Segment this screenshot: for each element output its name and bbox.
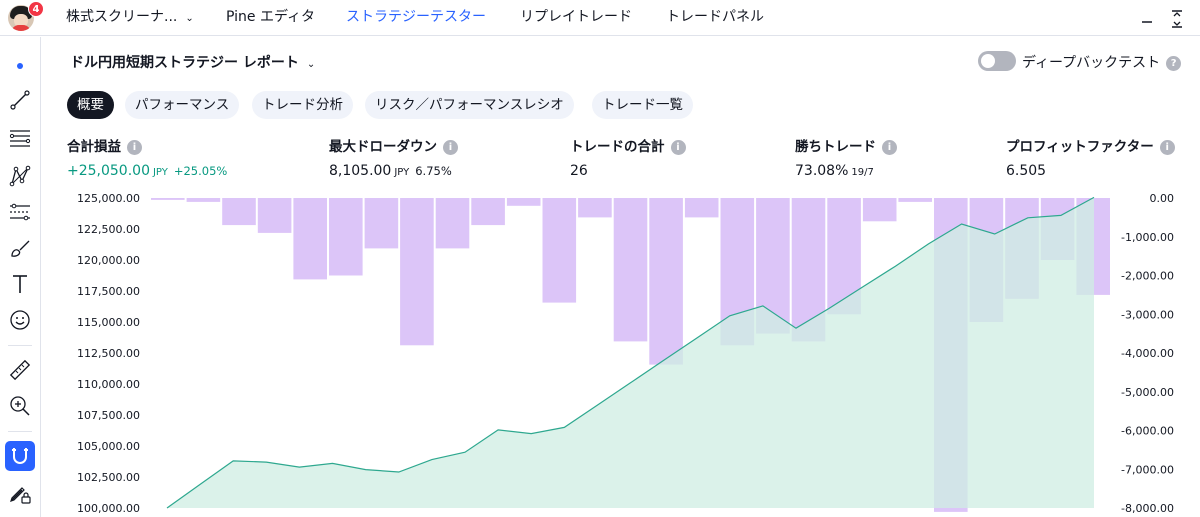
nav-pine-editor-label: Pine エディタ — [226, 9, 315, 25]
chevron-down-icon: ⌄ — [185, 13, 194, 24]
metric-value: 73.08% — [795, 163, 849, 179]
metric-max-drawdown: 最大ドローダウン i 8,105.00 JPY 6.75% — [329, 138, 458, 180]
info-icon[interactable]: i — [127, 140, 142, 155]
right-axis-tick-label: -2,000.00 — [1121, 270, 1174, 283]
deep-backtest-label: ディープバックテスト — [1022, 55, 1161, 71]
drawdown-bar — [151, 198, 185, 200]
metric-unit: JPY — [394, 167, 410, 178]
tab-performance[interactable]: パフォーマンス — [125, 91, 240, 119]
drawdown-bar — [684, 198, 719, 218]
nav-replay-trade-label: リプレイトレード — [520, 9, 632, 25]
drawdown-bar — [506, 198, 541, 206]
drawdown-bar — [542, 198, 577, 303]
nav-strategy-tester[interactable]: ストラテジーテスター — [346, 0, 486, 36]
trend-line-icon[interactable] — [5, 85, 35, 115]
drawdown-bar — [649, 198, 683, 365]
drawdown-bar — [222, 198, 256, 226]
metric-label: 最大ドローダウン — [329, 139, 437, 155]
nav-stock-screener-label: 株式スクリーナ... — [66, 9, 178, 25]
metric-net-profit: 合計損益 i +25,050.00 JPY +25.05% — [67, 138, 227, 180]
metric-value: 6.505 — [1006, 163, 1047, 179]
drawdown-bar — [329, 198, 363, 276]
metric-label: プロフィットファクター — [1006, 139, 1154, 155]
minimize-panel-icon[interactable] — [1140, 8, 1154, 34]
left-axis-tick-label: 112,500.00 — [77, 347, 140, 360]
info-icon[interactable]: i — [670, 140, 686, 155]
left-axis-tick-label: 110,000.00 — [77, 378, 140, 391]
drawdown-bar — [471, 198, 505, 226]
metric-sub: 19/7 — [851, 167, 874, 178]
drawdown-bar — [898, 198, 932, 202]
drawdown-bar — [293, 198, 327, 280]
nav-strategy-tester-label: ストラテジーテスター — [346, 9, 486, 25]
drawdown-bar — [435, 198, 470, 249]
left-axis-tick-label: 105,000.00 — [77, 440, 140, 453]
nav-stock-screener[interactable]: 株式スクリーナ... ⌄ — [66, 0, 194, 36]
cursor-dot-icon[interactable] — [5, 49, 35, 79]
deep-backtest-label-wrap: ディープバックテスト? — [1022, 52, 1182, 72]
metric-value: 26 — [570, 163, 588, 179]
notification-badge: 4 — [28, 1, 44, 17]
left-axis-tick-label: 107,500.00 — [77, 409, 140, 422]
right-axis-tick-label: -6,000.00 — [1121, 425, 1174, 438]
right-axis-tick-label: -5,000.00 — [1121, 386, 1174, 399]
metric-value: +25,050.00 — [67, 163, 150, 179]
nav-trade-panel-label: トレードパネル — [666, 9, 764, 25]
equity-drawdown-chart[interactable]: 125,000.00 122,500.00 120,000.00 117,500.00… — [0, 188, 1200, 517]
metric-profit-factor: プロフィットファクター i 6.505 — [1006, 138, 1175, 180]
nav-pine-editor[interactable]: Pine エディタ — [226, 0, 315, 36]
left-axis-tick-label: 120,000.00 — [77, 254, 140, 267]
metric-percent: 6.75% — [415, 164, 452, 178]
left-axis-tick-label: 122,500.00 — [77, 223, 140, 236]
metric-value: 8,105.00 — [329, 163, 392, 179]
fib-lines-icon[interactable] — [5, 123, 35, 153]
right-axis-tick-label: -1,000.00 — [1121, 231, 1174, 244]
left-axis-tick-label: 100,000.00 — [77, 502, 140, 515]
drawdown-bar — [400, 198, 434, 346]
tab-trade-analysis[interactable]: トレード分析 — [252, 91, 353, 119]
drawdown-bar — [364, 198, 399, 249]
left-axis-tick-label: 117,500.00 — [77, 285, 140, 298]
left-axis-tick-label: 102,500.00 — [77, 471, 140, 484]
deep-backtest-toggle[interactable] — [978, 51, 1016, 71]
report-title: ドル円用短期ストラテジー レポート — [70, 55, 299, 71]
tab-trade-list[interactable]: トレード一覧 — [592, 91, 693, 119]
nav-replay-trade[interactable]: リプレイトレード — [520, 0, 632, 36]
metric-unit: JPY — [152, 167, 168, 178]
metric-win-trades: 勝ちトレード i 73.08% 19/7 — [795, 138, 897, 180]
top-navigation-bar: 4 株式スクリーナ... ⌄ Pine エディタ ストラテジーテスター リプレイト… — [0, 0, 1200, 36]
info-icon[interactable]: i — [1159, 140, 1175, 155]
left-axis-tick-label: 125,000.00 — [77, 192, 140, 205]
maximize-panel-icon[interactable] — [1170, 8, 1184, 34]
right-axis-tick-label: -7,000.00 — [1121, 463, 1174, 476]
metric-total-trades: トレードの合計 i 26 — [570, 138, 686, 180]
tab-risk-performance-ratio[interactable]: リスク／パフォーマンスレシオ — [365, 91, 574, 119]
drawdown-bar — [257, 198, 292, 233]
right-axis-tick-label: -3,000.00 — [1121, 308, 1174, 321]
metric-label: 勝ちトレード — [795, 139, 876, 155]
toggle-knob — [981, 54, 995, 68]
report-title-dropdown[interactable]: ドル円用短期ストラテジー レポート ⌄ — [70, 52, 315, 72]
left-axis-tick-label: 115,000.00 — [77, 316, 140, 329]
nav-trade-panel[interactable]: トレードパネル — [666, 0, 764, 36]
info-icon[interactable]: ? — [1166, 56, 1182, 71]
pattern-icon[interactable] — [5, 161, 35, 191]
drawdown-bar — [186, 198, 221, 202]
right-axis: 0.00 -1,000.00 -2,000.00 -3,000.00 -4,000.00… — [1121, 192, 1174, 515]
right-axis-tick-label: 0.00 — [1150, 192, 1175, 205]
metric-label: トレードの合計 — [570, 139, 665, 155]
left-axis: 125,000.00 122,500.00 120,000.00 117,500.00… — [77, 192, 140, 515]
metric-label: 合計損益 — [67, 139, 121, 155]
tab-overview[interactable]: 概要 — [67, 91, 114, 119]
right-axis-tick-label: -4,000.00 — [1121, 347, 1174, 360]
info-icon[interactable]: i — [443, 140, 458, 155]
chevron-down-icon: ⌄ — [306, 59, 316, 70]
info-icon[interactable]: i — [882, 140, 897, 155]
metric-percent: +25.05% — [173, 164, 228, 178]
drawdown-bar — [613, 198, 648, 342]
right-axis-tick-label: -8,000.00 — [1121, 502, 1174, 515]
drawdown-bar — [578, 198, 612, 218]
drawdown-bar — [862, 198, 897, 222]
